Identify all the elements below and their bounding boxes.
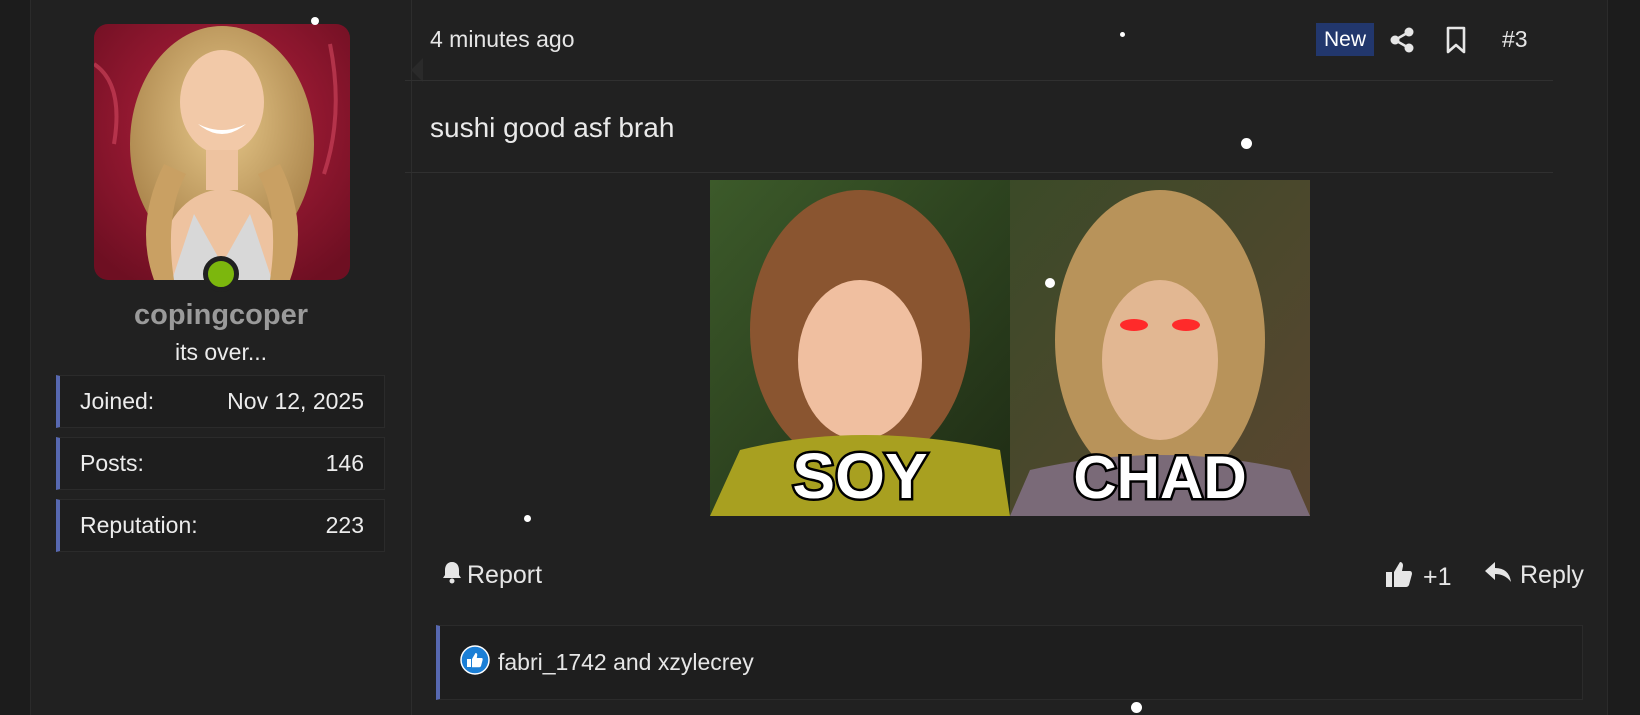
like-count: +1 [1423,563,1452,591]
report-button[interactable]: Report [441,560,542,591]
snowflake-icon [1120,32,1125,37]
report-label: Report [467,561,543,589]
post-image[interactable]: SOY CHAD [710,180,1310,516]
thumbs-up-icon [1385,560,1413,595]
chad-caption: CHAD [1073,444,1246,511]
snowflake-icon [1045,278,1055,288]
post-main: 4 minutes ago New #3 sushi good asf brah [0,0,1640,715]
snowflake-icon [524,515,531,522]
post-header: 4 minutes ago New #3 [405,0,1553,81]
reply-button[interactable]: Reply [1484,560,1584,591]
bell-icon [441,560,463,591]
reactions-bar[interactable]: fabri_1742 and xzylecrey [436,625,1583,700]
snowflake-icon [1241,138,1252,149]
like-reaction-icon [460,644,490,681]
post-timestamp[interactable]: 4 minutes ago [430,26,574,53]
reactions-text[interactable]: fabri_1742 and xzylecrey [498,649,754,676]
new-badge: New [1316,23,1375,56]
snowflake-icon [311,17,319,25]
share-icon[interactable] [1387,24,1417,56]
post-number-link[interactable]: #3 [1502,26,1528,53]
bookmark-icon[interactable] [1441,24,1471,56]
post-text: sushi good asf brah [430,112,675,143]
soy-caption: SOY [792,440,927,512]
reply-label: Reply [1520,561,1584,589]
reply-icon [1484,560,1512,591]
post-body: sushi good asf brah [405,82,1553,173]
like-button[interactable]: +1 [1385,560,1452,595]
snowflake-icon [1131,702,1142,713]
